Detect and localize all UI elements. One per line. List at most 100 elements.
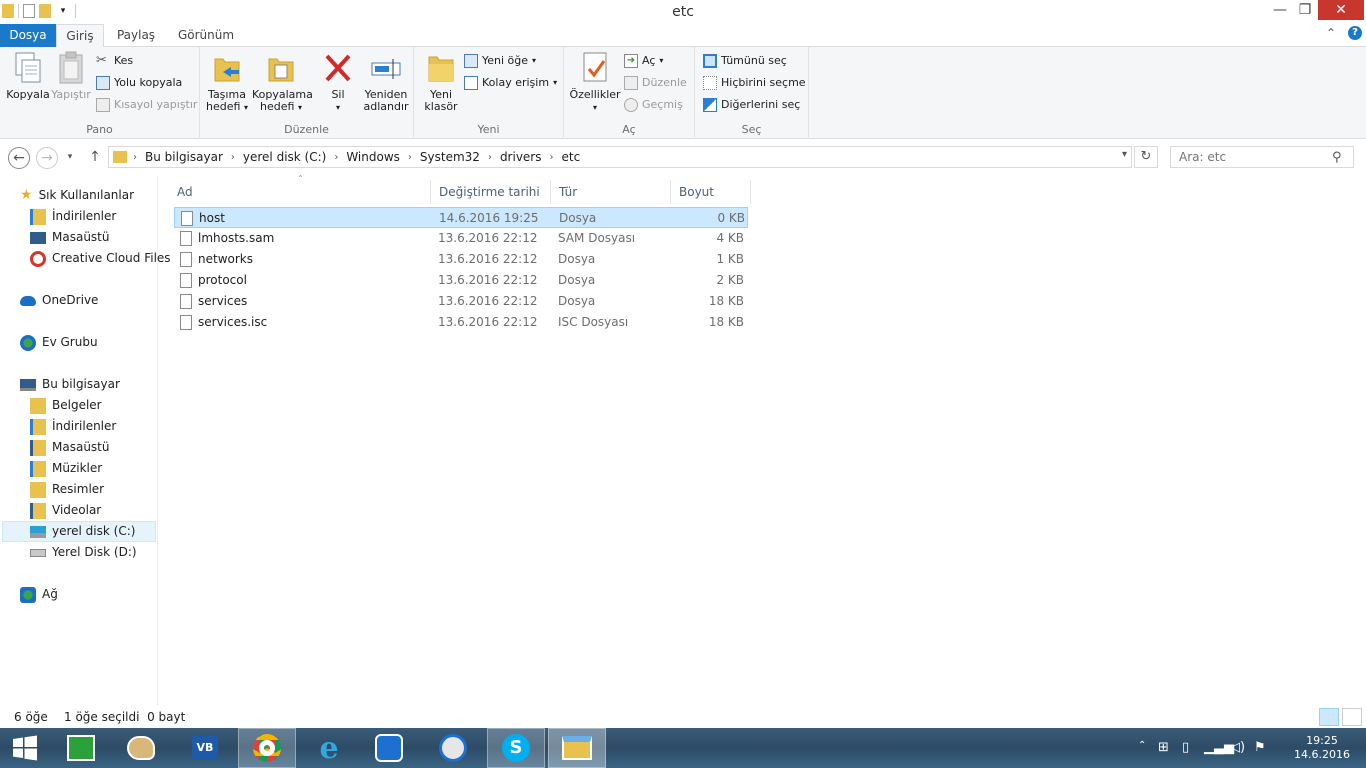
column-header-date[interactable]: Değiştirme tarihi	[431, 180, 551, 204]
nav-music-label: Müzikler	[52, 461, 103, 475]
nav-this-pc[interactable]: Bu bilgisayar	[20, 374, 120, 395]
tab-home[interactable]: Giriş	[56, 24, 104, 48]
collapse-ribbon-icon[interactable]: ⌃	[1326, 26, 1336, 40]
paste-shortcut-button[interactable]: Kısayol yapıştır	[96, 96, 197, 114]
paste-button[interactable]: Yapıştır	[46, 51, 96, 101]
delete-button[interactable]: Sil ▾	[314, 51, 362, 114]
invert-selection-button[interactable]: Diğerlerini seç	[703, 96, 800, 114]
file-row[interactable]: lmhosts.sam 13.6.2016 22:12 SAM Dosyası …	[174, 228, 748, 249]
chevron-right-icon[interactable]: ›	[332, 152, 340, 163]
easy-access-button[interactable]: Kolay erişim ▾	[464, 74, 557, 92]
nav-favorites[interactable]: ★ Sık Kullanılanlar	[20, 185, 134, 206]
chevron-right-icon[interactable]: ›	[229, 152, 237, 163]
nav-documents[interactable]: Belgeler	[30, 395, 102, 416]
nav-videos[interactable]: Videolar	[30, 500, 101, 521]
address-bar[interactable]: › Bu bilgisayar › yerel disk (C:) › Wind…	[108, 146, 1132, 168]
taskbar-chrome[interactable]	[238, 728, 296, 768]
file-name: protocol	[198, 273, 247, 287]
windows-update-icon[interactable]: ⊞	[1158, 740, 1169, 755]
breadcrumb-etc[interactable]: etc	[556, 150, 587, 164]
tab-share[interactable]: Paylaş	[104, 24, 168, 47]
taskbar-store[interactable]	[52, 728, 110, 768]
nav-fav-creative-cloud[interactable]: Creative Cloud Files	[30, 248, 171, 269]
select-all-label: Tümünü seç	[721, 54, 787, 67]
nav-fav-desktop[interactable]: Masaüstü	[30, 227, 109, 248]
cut-button[interactable]: ✂ Kes	[96, 52, 133, 70]
nav-favorites-label: Sık Kullanılanlar	[38, 188, 135, 202]
select-all-button[interactable]: Tümünü seç	[703, 52, 787, 70]
refresh-button[interactable]: ↻	[1134, 146, 1158, 168]
select-none-button[interactable]: Hiçbirini seçme	[703, 74, 806, 92]
new-item-button[interactable]: Yeni öğe ▾	[464, 52, 536, 70]
chevron-right-icon[interactable]: ›	[406, 152, 414, 163]
close-button[interactable]: ✕	[1318, 0, 1364, 20]
nav-music[interactable]: Müzikler	[30, 458, 102, 479]
nav-pictures[interactable]: Resimler	[30, 479, 104, 500]
start-button[interactable]	[0, 728, 50, 768]
file-row[interactable]: protocol 13.6.2016 22:12 Dosya 2 KB	[174, 270, 748, 291]
column-header-name[interactable]: Ad	[169, 180, 431, 204]
forward-button[interactable]: →	[36, 147, 58, 169]
system-tray: ⌃ ⊞ ▯ ▁▃▅ ◁) ⚑ 19:25 14.6.2016	[1126, 728, 1366, 768]
large-icons-view-button[interactable]	[1342, 708, 1362, 726]
breadcrumb-this-pc[interactable]: Bu bilgisayar	[139, 150, 229, 164]
show-hidden-icons[interactable]: ⌃	[1138, 740, 1146, 751]
rename-button[interactable]: Yeniden adlandır	[360, 51, 412, 113]
search-input[interactable]	[1170, 146, 1354, 168]
recent-locations-button[interactable]: ▾	[62, 147, 78, 169]
tab-file[interactable]: Dosya	[0, 24, 56, 47]
taskbar-file-explorer[interactable]	[548, 728, 606, 768]
battery-icon[interactable]: ▯	[1182, 740, 1189, 755]
column-header-size[interactable]: Boyut	[671, 180, 751, 204]
taskbar-teamviewer[interactable]	[360, 728, 418, 768]
nav-local-disk-c[interactable]: yerel disk (C:)	[2, 521, 156, 542]
help-icon[interactable]: ?	[1348, 26, 1362, 40]
taskbar-paint[interactable]	[112, 728, 170, 768]
nav-desktop[interactable]: Masaüstü	[30, 437, 109, 458]
taskbar-vb[interactable]: VB	[176, 728, 234, 768]
chevron-right-icon[interactable]: ›	[486, 152, 494, 163]
taskbar-ie[interactable]: e	[300, 728, 358, 768]
nav-onedrive[interactable]: OneDrive	[20, 290, 98, 311]
search-icon[interactable]: ⚲	[1332, 150, 1342, 165]
nav-downloads[interactable]: İndirilenler	[30, 416, 116, 437]
up-button[interactable]: ↑	[84, 147, 106, 169]
properties-button[interactable]: Özellikler ▾	[568, 51, 622, 114]
file-row[interactable]: host 14.6.2016 19:25 Dosya 0 KB	[174, 207, 748, 228]
group-label-clipboard: Pano	[86, 123, 113, 136]
file-icon	[180, 273, 192, 288]
nav-homegroup[interactable]: Ev Grubu	[20, 332, 98, 353]
breadcrumb-local-disk-c[interactable]: yerel disk (C:)	[237, 150, 332, 164]
nav-local-disk-d[interactable]: Yerel Disk (D:)	[30, 542, 137, 563]
back-button[interactable]: ←	[8, 147, 30, 169]
copy-path-button[interactable]: Yolu kopyala	[96, 74, 182, 92]
address-dropdown-icon[interactable]: ▾	[1122, 149, 1127, 160]
maximize-button[interactable]: ❐	[1294, 0, 1316, 20]
edit-button[interactable]: Düzenle	[624, 74, 687, 92]
minimize-button[interactable]: —	[1266, 0, 1294, 20]
volume-icon[interactable]: ◁)	[1230, 740, 1245, 755]
column-header-type[interactable]: Tür	[551, 180, 671, 204]
nav-fav-downloads[interactable]: İndirilenler	[30, 206, 116, 227]
group-organize: Taşıma hedefi ▾ Kopyalama hedefi ▾ Sil ▾…	[200, 47, 414, 139]
nav-network[interactable]: Ağ	[20, 584, 58, 605]
file-row[interactable]: services.isc 13.6.2016 22:12 ISC Dosyası…	[174, 312, 748, 333]
breadcrumb-drivers[interactable]: drivers	[494, 150, 548, 164]
file-row[interactable]: networks 13.6.2016 22:12 Dosya 1 KB	[174, 249, 748, 270]
file-row[interactable]: services 13.6.2016 22:12 Dosya 18 KB	[174, 291, 748, 312]
taskbar-skype[interactable]: S	[487, 728, 545, 768]
chevron-right-icon[interactable]: ›	[548, 152, 556, 163]
taskbar-cursor-app[interactable]	[424, 728, 482, 768]
history-button[interactable]: Geçmiş	[624, 96, 683, 114]
breadcrumb-windows[interactable]: Windows	[340, 150, 406, 164]
breadcrumb-system32[interactable]: System32	[414, 150, 486, 164]
open-button[interactable]: ➜ Aç ▾	[624, 52, 663, 70]
copy-to-button[interactable]: Kopyalama hedefi ▾	[252, 51, 313, 114]
details-view-button[interactable]	[1319, 708, 1339, 726]
new-folder-button[interactable]: Yeni klasör	[416, 51, 466, 113]
tab-view[interactable]: Görünüm	[168, 24, 244, 47]
clock[interactable]: 19:25 14.6.2016	[1292, 734, 1352, 762]
action-center-flag-icon[interactable]: ⚑	[1254, 740, 1266, 755]
ribbon: Kopyala Yapıştır ✂ Kes Yolu kopyala Kısa…	[0, 47, 1366, 139]
move-to-button[interactable]: Taşıma hedefi ▾	[202, 51, 252, 114]
